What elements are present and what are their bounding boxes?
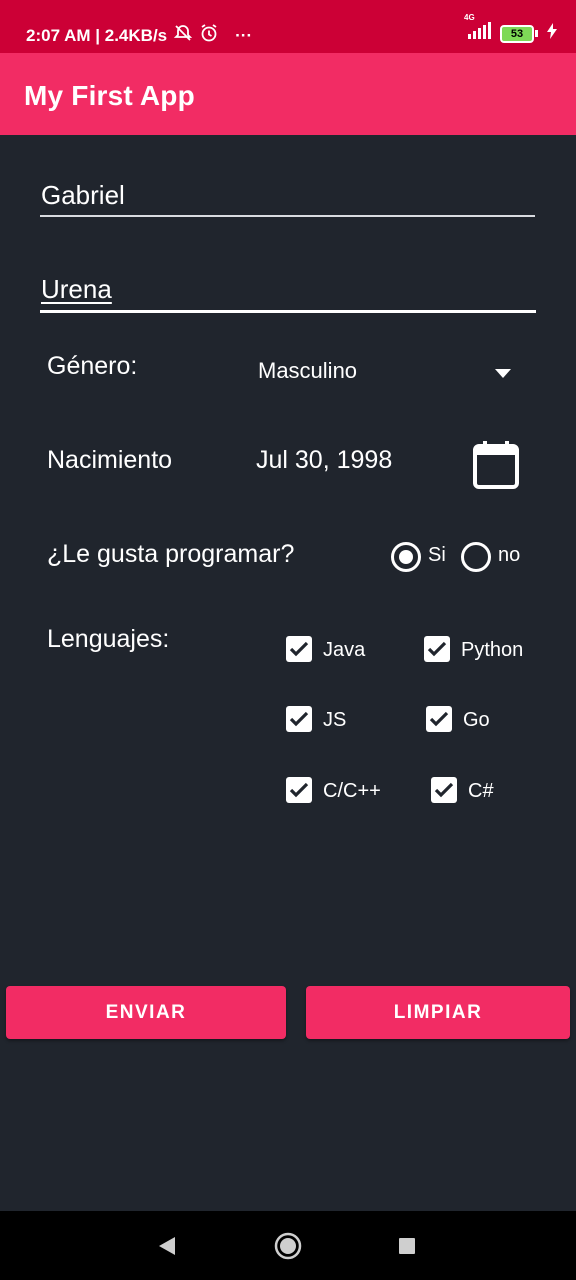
check-icon [424,636,450,662]
calendar-icon[interactable] [472,440,520,489]
radio-no-label: no [498,544,521,566]
app-bar: My First App [0,53,576,135]
likes-programming-label: ¿Le gusta programar? [47,540,295,568]
app-title: My First App [24,80,195,111]
alarm-icon [199,23,219,48]
signal-icon: 4G [462,13,492,45]
checkbox-c-cpp-label: C/C++ [323,780,381,802]
check-icon [286,777,312,803]
battery-level: 53 [500,24,534,43]
network-type: 4G [464,13,475,22]
radio-no[interactable]: no [460,541,530,572]
checkbox-csharp[interactable]: C# [431,777,541,807]
navigation-bar [0,1211,576,1280]
checkbox-c-cpp[interactable]: C/C++ [286,777,406,807]
checkbox-java-label: Java [323,639,366,661]
radio-yes[interactable]: Si [390,541,460,572]
checkbox-python[interactable]: Python [424,636,544,666]
check-icon [286,636,312,662]
last-name-value: Urena [41,274,112,304]
radio-no-button[interactable] [461,542,491,572]
checkbox-go[interactable]: Go [426,706,536,736]
status-bar: 2:07 AM | 2.4KB/s ··· 4G 53 [0,0,576,53]
gender-label: Género: [47,352,138,380]
status-left: 2:07 AM | 2.4KB/s ··· [26,23,252,48]
checkbox-python-label: Python [461,639,524,661]
languages-label: Lenguajes: [47,625,170,653]
status-right: 4G 53 [462,13,558,45]
check-icon [286,706,312,732]
back-icon[interactable] [158,1236,176,1261]
radio-yes-label: Si [428,544,446,566]
status-time: 2:07 AM | 2.4KB/s [26,25,168,45]
birth-date-value: Jul 30, 1998 [256,446,393,474]
home-icon[interactable] [274,1232,302,1265]
gender-value: Masculino [258,358,358,383]
mute-icon [173,23,193,48]
last-name-underline [40,310,536,313]
last-name-field[interactable]: Urena [40,272,536,314]
checkbox-js[interactable]: JS [286,706,396,736]
dropdown-arrow-icon [495,366,511,384]
charging-icon [546,23,558,44]
check-icon [426,706,452,732]
first-name-underline [40,215,535,217]
more-notifications-icon: ··· [235,25,253,45]
first-name-field[interactable]: Gabriel [40,178,536,218]
recents-icon[interactable] [399,1238,415,1259]
battery-icon: 53 [500,24,538,43]
checkbox-js-label: JS [323,709,347,731]
checkbox-go-label: Go [463,709,490,731]
clear-button[interactable]: LIMPIAR [306,986,570,1039]
gender-spinner[interactable]: Masculino [250,350,530,394]
check-icon [431,777,457,803]
birth-label: Nacimiento [47,446,173,474]
radio-yes-button[interactable] [391,542,421,572]
checkbox-csharp-label: C# [468,780,494,802]
send-button[interactable]: ENVIAR [6,986,286,1039]
checkbox-java[interactable]: Java [286,636,396,666]
first-name-value: Gabriel [41,180,125,210]
